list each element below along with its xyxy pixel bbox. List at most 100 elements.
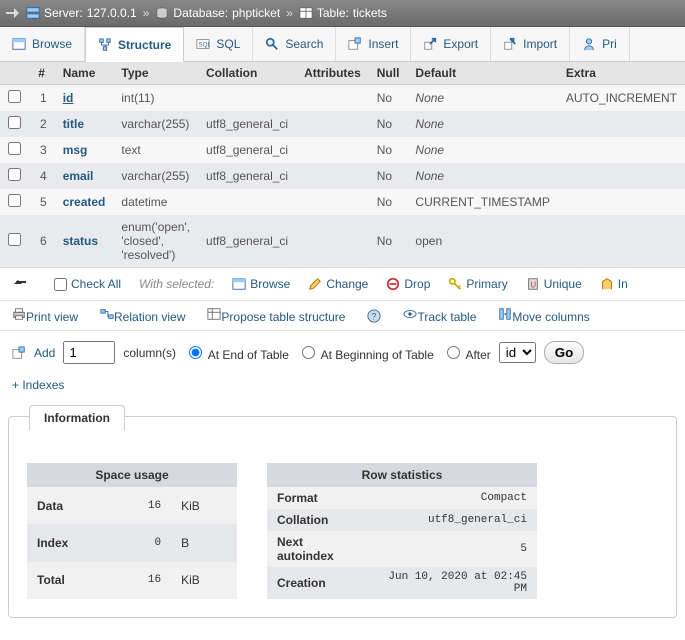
add-link[interactable]: Add <box>34 346 55 360</box>
batch-unique[interactable]: UUnique <box>526 277 582 291</box>
row-num: 3 <box>30 137 54 163</box>
print-view[interactable]: Print view <box>12 307 78 324</box>
row-num: 6 <box>30 215 54 267</box>
table-row: 3 msg text utf8_general_ci No None <box>0 137 685 163</box>
batch-change[interactable]: Change <box>308 277 368 291</box>
col-extra <box>558 111 685 137</box>
drop-icon <box>386 277 400 291</box>
col-extra: AUTO_INCREMENT <box>558 85 685 112</box>
batch-primary[interactable]: Primary <box>448 277 507 291</box>
db-label: Database: <box>173 6 228 20</box>
privileges-icon <box>582 37 596 51</box>
row-checkbox[interactable] <box>8 194 21 207</box>
col-attributes <box>296 85 369 112</box>
propose-icon <box>207 307 221 321</box>
col-header-name: Name <box>55 62 114 85</box>
col-collation <box>198 85 296 112</box>
row-num: 2 <box>30 111 54 137</box>
col-name[interactable]: email <box>55 163 114 189</box>
col-header-num: # <box>30 62 54 85</box>
row-num: 5 <box>30 189 54 215</box>
col-default: None <box>407 85 557 112</box>
row-num: 4 <box>30 163 54 189</box>
col-type: varchar(255) <box>113 111 198 137</box>
tab-search[interactable]: Search <box>253 27 336 61</box>
row-checkbox[interactable] <box>8 116 21 129</box>
add-count-input[interactable] <box>63 341 115 364</box>
col-extra <box>558 215 685 267</box>
indexes-toggle[interactable]: + Indexes <box>0 374 685 396</box>
go-button[interactable]: Go <box>544 341 585 364</box>
db-link[interactable]: phpticket <box>232 6 280 20</box>
table-row: 1 id int(11) No None AUTO_INCREMENT <box>0 85 685 112</box>
col-extra <box>558 137 685 163</box>
server-link[interactable]: 127.0.0.1 <box>87 6 137 20</box>
batch-ops: Check All With selected: Browse Change D… <box>0 267 685 300</box>
tab-privileges[interactable]: Pri <box>570 27 630 61</box>
add-icon <box>12 346 26 360</box>
table-row: 6 status enum('open', 'closed', 'resolve… <box>0 215 685 267</box>
svg-text:?: ? <box>372 311 377 321</box>
row-statistics-table: Row statistics FormatCompactCollationutf… <box>267 463 537 599</box>
propose-structure[interactable]: Propose table structure <box>207 307 345 324</box>
col-null: No <box>369 111 408 137</box>
check-all-checkbox[interactable] <box>54 278 67 291</box>
breadcrumb: Server: 127.0.0.1 » Database: phpticket … <box>0 0 685 27</box>
add-at-end[interactable]: At End of Table <box>184 343 289 362</box>
tab-insert[interactable]: Insert <box>336 27 411 61</box>
col-collation: utf8_general_ci <box>198 111 296 137</box>
col-attributes <box>296 137 369 163</box>
table-link[interactable]: tickets <box>353 6 387 20</box>
check-all[interactable]: Check All <box>54 277 121 291</box>
col-name[interactable]: status <box>55 215 114 267</box>
col-collation <box>198 189 296 215</box>
col-name[interactable]: msg <box>55 137 114 163</box>
row-checkbox[interactable] <box>8 142 21 155</box>
row-checkbox[interactable] <box>8 90 21 103</box>
tab-browse[interactable]: Browse <box>0 27 85 61</box>
svg-text:SQL: SQL <box>199 42 210 49</box>
with-selected-label: With selected: <box>139 277 214 291</box>
batch-browse[interactable]: Browse <box>232 277 290 291</box>
relation-view[interactable]: Relation view <box>100 307 185 324</box>
col-attributes <box>296 215 369 267</box>
row-checkbox[interactable] <box>8 168 21 181</box>
tab-structure[interactable]: Structure <box>85 27 184 62</box>
add-at-begin[interactable]: At Beginning of Table <box>297 343 434 362</box>
table-row: 2 title varchar(255) utf8_general_ci No … <box>0 111 685 137</box>
move-icon <box>498 307 512 321</box>
col-name[interactable]: created <box>55 189 114 215</box>
col-null: No <box>369 137 408 163</box>
col-type: enum('open', 'closed', 'resolved') <box>113 215 198 267</box>
after-column-select[interactable]: id <box>499 342 536 363</box>
table-row: 5 created datetime No CURRENT_TIMESTAMP <box>0 189 685 215</box>
index-icon <box>600 277 614 291</box>
help-icon[interactable]: ? <box>367 309 381 323</box>
row-checkbox[interactable] <box>8 233 21 246</box>
pencil-icon <box>308 277 322 291</box>
tab-sql[interactable]: SQLSQL <box>184 27 253 61</box>
track-table[interactable]: Track table <box>403 307 476 324</box>
col-extra <box>558 189 685 215</box>
relation-icon <box>100 307 114 321</box>
col-null: No <box>369 163 408 189</box>
space-usage-title: Space usage <box>27 463 237 487</box>
row-num: 1 <box>30 85 54 112</box>
tab-export[interactable]: Export <box>411 27 491 61</box>
print-icon <box>12 307 26 321</box>
col-null: No <box>369 189 408 215</box>
add-columns-row: Add column(s) At End of Table At Beginni… <box>0 331 685 374</box>
arrow-up-icon <box>12 276 36 292</box>
col-name[interactable]: id <box>55 85 114 112</box>
col-name[interactable]: title <box>55 111 114 137</box>
tab-import[interactable]: Import <box>491 27 570 61</box>
database-icon <box>155 6 169 20</box>
batch-drop[interactable]: Drop <box>386 277 430 291</box>
structure-ops: Print view Relation view Propose table s… <box>0 300 685 331</box>
structure-icon <box>98 38 112 52</box>
browse-icon <box>12 37 26 51</box>
move-columns[interactable]: Move columns <box>498 307 589 324</box>
batch-index[interactable]: In <box>600 277 628 291</box>
add-after[interactable]: After <box>442 343 491 362</box>
server-label: Server: <box>44 6 83 20</box>
